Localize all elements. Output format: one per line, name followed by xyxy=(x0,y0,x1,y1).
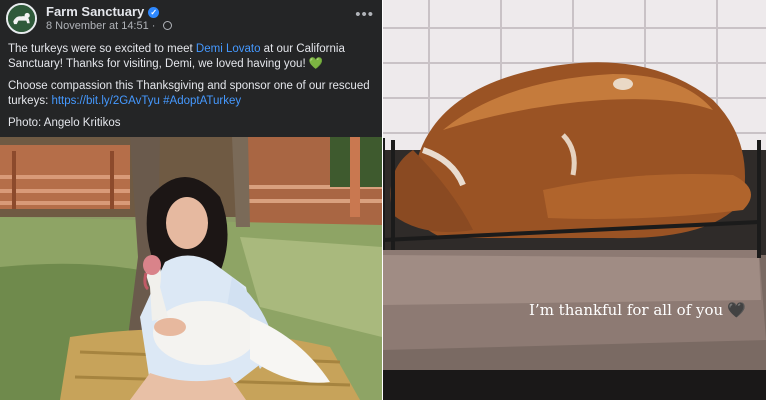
story-caption: I’m thankful for all of you 🖤 xyxy=(529,301,746,319)
post-meta: 8 November at 14:51 · xyxy=(46,20,172,32)
page-avatar[interactable] xyxy=(6,3,37,34)
page-name[interactable]: Farm Sanctuary ✓ xyxy=(46,4,160,19)
black-heart-emoji: 🖤 xyxy=(727,301,746,319)
post-paragraph-1: The turkeys were so excited to meet Demi… xyxy=(8,42,374,72)
post-paragraph-2: Choose compassion this Thanksgiving and … xyxy=(8,79,374,109)
post-paragraph-3: Photo: Angelo Kritikos xyxy=(8,117,121,129)
more-options-button[interactable]: ••• xyxy=(355,6,374,23)
post-header: Farm Sanctuary ✓ 8 November at 14:51 · ••… xyxy=(0,0,382,36)
green-heart-emoji: 💚 xyxy=(308,58,324,70)
globe-icon xyxy=(162,21,172,30)
mention-link[interactable]: Demi Lovato xyxy=(196,43,261,55)
facebook-post: Farm Sanctuary ✓ 8 November at 14:51 · ••… xyxy=(0,0,382,400)
url-link[interactable]: https://bit.ly/2GAvTyu xyxy=(51,95,159,107)
post-text: The turkeys were so excited to meet xyxy=(8,43,196,55)
post-photo-image xyxy=(0,137,382,400)
post-photo[interactable] xyxy=(0,137,382,400)
post-body: The turkeys were so excited to meet Demi… xyxy=(8,42,374,138)
page-name-text[interactable]: Farm Sanctuary xyxy=(46,4,144,19)
hashtag-link[interactable]: #AdoptATurkey xyxy=(163,95,241,107)
verified-badge-icon: ✓ xyxy=(148,7,160,18)
roast-turkey-image xyxy=(383,0,766,400)
farm-sanctuary-logo-icon xyxy=(8,5,35,32)
story-caption-text: I’m thankful for all of you xyxy=(529,301,724,319)
story-photo[interactable]: I’m thankful for all of you 🖤 xyxy=(383,0,766,400)
post-timestamp[interactable]: 8 November at 14:51 xyxy=(46,20,149,32)
